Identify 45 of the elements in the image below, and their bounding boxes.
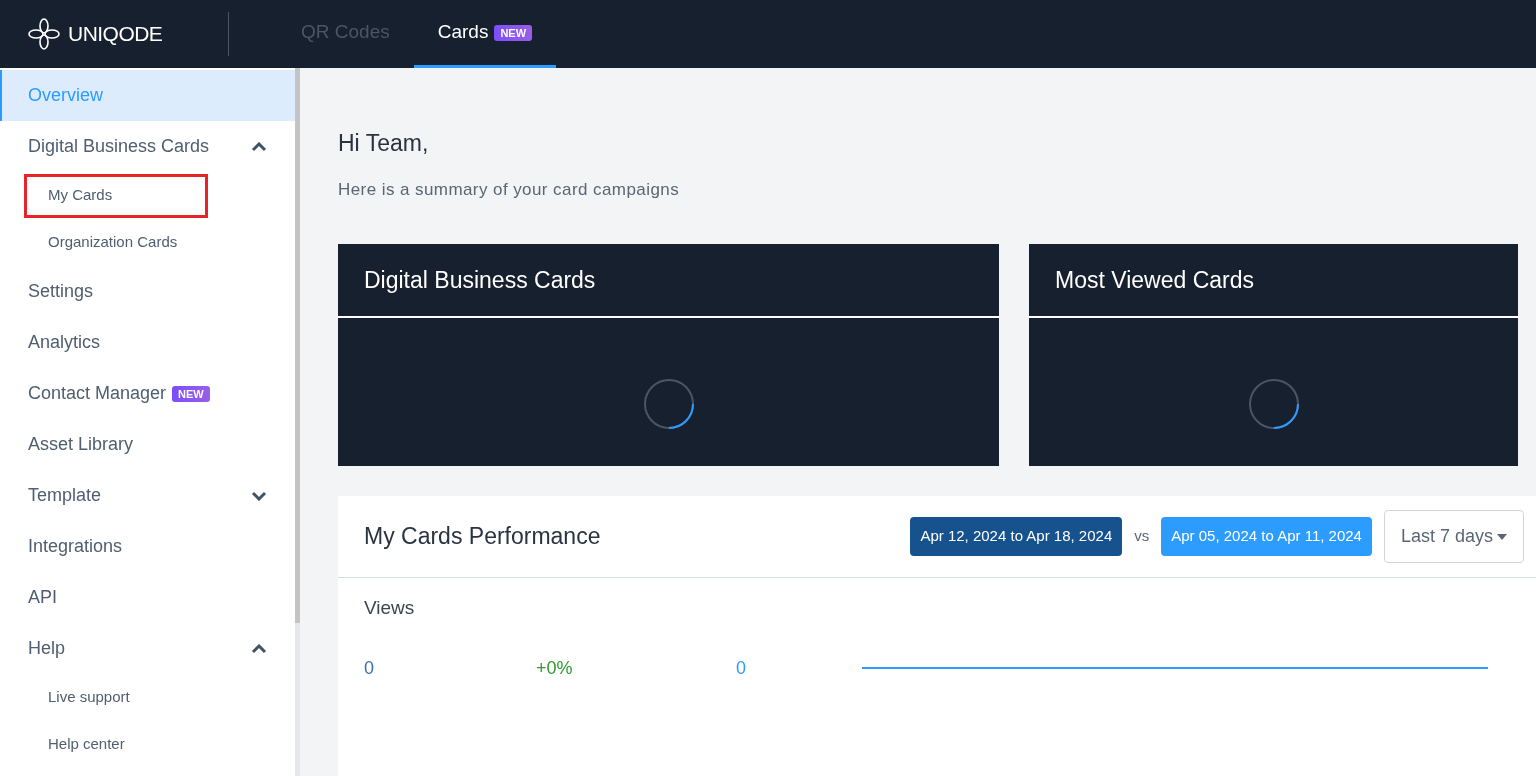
sidebar-item[interactable]: Help: [0, 623, 295, 674]
current-range-badge: Apr 12, 2024 to Apr 18, 2024: [910, 517, 1123, 556]
nav-tab[interactable]: Cards NEW: [413, 0, 557, 68]
sidebar-item[interactable]: Integrations: [0, 521, 295, 572]
chevron-down-icon: [251, 490, 267, 501]
sidebar-item[interactable]: Settings: [0, 266, 295, 317]
flower-logo-icon: [28, 18, 60, 50]
panel-title: Digital Business Cards: [364, 265, 596, 295]
chevron-up-icon: [251, 141, 267, 152]
vs-label: vs: [1133, 526, 1151, 547]
period-dropdown[interactable]: Last 7 days: [1383, 510, 1524, 563]
sidebar-subitem[interactable]: Live support: [24, 675, 208, 720]
caret-down-icon: [1497, 533, 1507, 540]
sidebar-item-label: Analytics: [28, 331, 101, 354]
previous-value: 0: [736, 656, 747, 680]
sidebar-item-label: Integrations: [28, 535, 123, 558]
sidebar-item[interactable]: Asset Library: [0, 419, 295, 470]
new-badge: NEW: [172, 385, 210, 402]
sidebar-item-label: Contact Manager: [28, 382, 167, 405]
sidebar-item[interactable]: API: [0, 572, 295, 623]
sidebar-item[interactable]: Contact Manager NEW: [0, 368, 295, 419]
chevron-up-icon: [251, 643, 267, 654]
sidebar-item-label: Help: [28, 637, 66, 660]
highlighted-sidebar-subitem[interactable]: My Cards: [24, 173, 208, 218]
metric-label: Views: [364, 596, 416, 620]
sidebar-item-label: Settings: [28, 280, 94, 303]
sidebar-item[interactable]: Analytics: [0, 317, 295, 368]
performance-title: My Cards Performance: [364, 522, 601, 552]
sidebar-subitem[interactable]: Organization Cards: [24, 220, 208, 265]
sidebar-item[interactable]: Digital Business Cards: [0, 121, 295, 172]
sidebar-item-label: Asset Library: [28, 433, 134, 456]
current-value: 0: [364, 656, 375, 680]
sidebar-item[interactable]: Template: [0, 470, 295, 521]
sidebar-item-label: Template: [28, 484, 102, 507]
previous-range-badge: Apr 05, 2024 to Apr 11, 2024: [1161, 517, 1372, 556]
sidebar-item-label: Overview: [28, 84, 103, 107]
sidebar-item-label: API: [28, 586, 57, 609]
sidebar-item-label: Digital Business Cards: [28, 135, 210, 158]
brand-logo-text: UNIQODE: [68, 21, 163, 48]
panel-title: Most Viewed Cards: [1055, 265, 1254, 295]
change-percent: +0%: [536, 656, 574, 680]
greeting-heading: Hi Team,: [338, 129, 430, 158]
new-badge: NEW: [494, 24, 533, 41]
summary-subtitle: Here is a summary of your card campaigns: [338, 178, 681, 201]
sidebar-subitem[interactable]: Help center: [24, 722, 208, 767]
